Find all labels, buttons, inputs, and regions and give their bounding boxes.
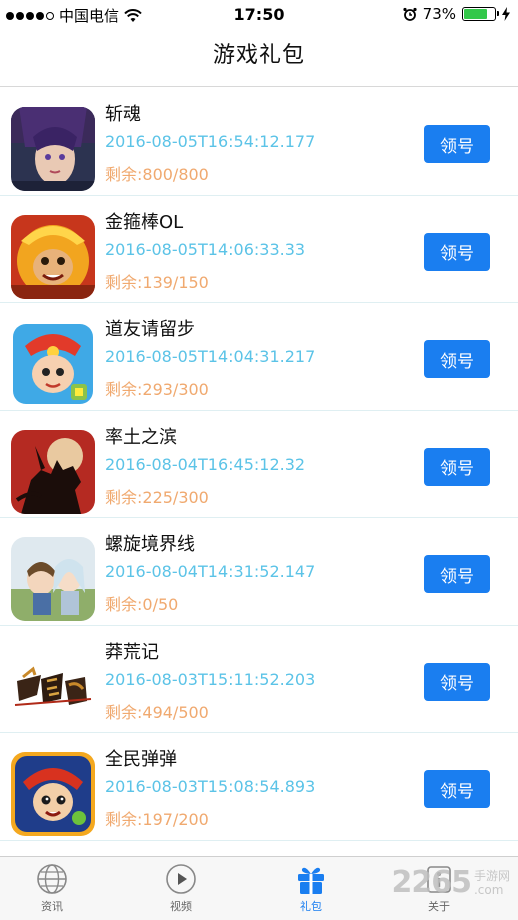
game-name: 道友请留步: [105, 319, 195, 340]
watermark-text: 手游网 .com: [474, 869, 510, 897]
jingubang-game-icon: [11, 214, 95, 299]
status-bar: 中国电信 17:50 73%: [0, 0, 518, 30]
claim-button[interactable]: 领号: [424, 770, 490, 808]
luoxuan-game-icon: [11, 537, 95, 621]
shuaitu-game-icon: [11, 429, 95, 514]
game-name: 金箍棒OL: [105, 211, 184, 233]
tab-label: 视频: [170, 900, 192, 913]
game-name: 率土之滨: [105, 426, 177, 448]
claim-button[interactable]: 领号: [424, 340, 490, 378]
game-name: 莽荒记: [105, 641, 159, 663]
gift-list: 斩魂 2016-08-05T16:54:12.177 剩余:800/800 领号…: [0, 88, 518, 841]
watermark-sub2: .com: [473, 882, 504, 897]
list-item[interactable]: 全民弹弹 2016-08-03T15:08:54.893 剩余:197/200 …: [0, 733, 518, 841]
gift-time: 2016-08-05T14:06:33.33: [105, 239, 306, 259]
daoyou-game-icon: [11, 322, 95, 406]
manghuang-game-icon: [11, 644, 95, 729]
list-item[interactable]: 道友请留步 2016-08-05T14:04:31.217 剩余:293/300…: [0, 303, 518, 411]
watermark-sub1: 手游网: [473, 868, 510, 883]
gift-remaining: 剩余:494/500: [105, 702, 209, 722]
gift-time: 2016-08-03T15:08:54.893: [105, 777, 316, 796]
zhanhun-game-icon: [11, 107, 95, 191]
play-icon: [166, 864, 196, 894]
game-name: 螺旋境界线: [105, 534, 195, 555]
quanmin-game-icon: [11, 752, 95, 836]
list-item[interactable]: 斩魂 2016-08-05T16:54:12.177 剩余:800/800 领号: [0, 88, 518, 196]
watermark: 2265 手游网 .com: [391, 865, 510, 900]
gift-remaining: 剩余:197/200: [105, 810, 209, 829]
gift-remaining: 剩余:0/50: [105, 595, 179, 614]
claim-button[interactable]: 领号: [424, 232, 490, 271]
tab-label: 资讯: [41, 900, 63, 913]
gift-time: 2016-08-05T14:04:31.217: [105, 347, 316, 366]
claim-button[interactable]: 领号: [424, 555, 490, 593]
tab-label: 礼包: [300, 900, 322, 913]
gift-time: 2016-08-04T16:45:12.32: [105, 454, 306, 474]
gift-remaining: 剩余:800/800: [105, 165, 209, 184]
status-right: 73%: [403, 5, 510, 23]
nav-bar: 游戏礼包: [0, 30, 518, 87]
claim-button[interactable]: 领号: [424, 125, 490, 163]
battery-percent: 73%: [422, 5, 456, 23]
watermark-brand: 2265: [391, 865, 471, 900]
game-name: 斩魂: [105, 104, 141, 125]
tab-label: 关于: [428, 900, 450, 913]
list-item[interactable]: 莽荒记 2016-08-03T15:11:52.203 剩余:494/500 领…: [0, 626, 518, 733]
claim-button[interactable]: 领号: [424, 662, 490, 701]
globe-icon: [37, 864, 67, 894]
gift-time: 2016-08-03T15:11:52.203: [105, 669, 316, 689]
tab-gift[interactable]: 礼包: [266, 863, 356, 914]
gift-icon: [298, 867, 324, 894]
tab-video[interactable]: 视频: [136, 863, 226, 914]
page-title: 游戏礼包: [212, 43, 305, 68]
alarm-icon: [403, 7, 417, 21]
tab-news[interactable]: 资讯: [7, 863, 97, 914]
list-item[interactable]: 率土之滨 2016-08-04T16:45:12.32 剩余:225/300 领…: [0, 411, 518, 518]
gift-remaining: 剩余:225/300: [105, 487, 209, 507]
battery-icon: [462, 7, 499, 21]
game-name: 全民弹弹: [105, 749, 177, 770]
gift-time: 2016-08-04T14:31:52.147: [105, 562, 316, 581]
list-item[interactable]: 螺旋境界线 2016-08-04T14:31:52.147 剩余:0/50 领号: [0, 518, 518, 626]
claim-button[interactable]: 领号: [424, 447, 490, 486]
charging-icon: [502, 7, 510, 21]
gift-remaining: 剩余:293/300: [105, 380, 209, 399]
gift-time: 2016-08-05T16:54:12.177: [105, 132, 316, 151]
list-item[interactable]: 金箍棒OL 2016-08-05T14:06:33.33 剩余:139/150 …: [0, 196, 518, 303]
gift-remaining: 剩余:139/150: [105, 272, 209, 292]
